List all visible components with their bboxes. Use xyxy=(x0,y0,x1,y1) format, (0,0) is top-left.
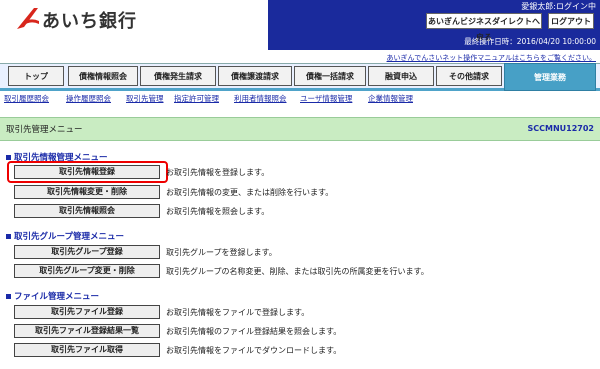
tab-bond-transfer[interactable]: 債権譲渡請求 xyxy=(218,66,292,86)
file-download-button[interactable]: 取引先ファイル取得 xyxy=(14,343,160,357)
bullet-square-icon xyxy=(6,294,11,299)
partner-inquiry-desc: お取引先情報を照会します。 xyxy=(166,207,270,216)
group-modify-button[interactable]: 取引先グループ変更・削除 xyxy=(14,264,160,278)
bullet-square-icon xyxy=(6,155,11,160)
tab-top[interactable]: トップ xyxy=(8,66,64,86)
file-result-list-desc: お取引先情報のファイル登録結果を照会します。 xyxy=(166,327,342,336)
group-modify-desc: 取引先グループの名称変更、削除、または取引先の所属変更を行います。 xyxy=(166,267,429,276)
subnav-user-management[interactable]: ユーザ情報管理 xyxy=(300,93,352,104)
tab-bond-inquiry[interactable]: 債権情報照会 xyxy=(68,66,138,86)
bullet-square-icon xyxy=(6,234,11,239)
subnav-company-management[interactable]: 企業情報管理 xyxy=(368,93,413,104)
file-register-button[interactable]: 取引先ファイル登録 xyxy=(14,305,160,319)
file-register-desc: お取引先情報をファイルで登録します。 xyxy=(166,308,310,317)
tab-bond-issue[interactable]: 債権発生請求 xyxy=(140,66,216,86)
back-to-direct-button[interactable]: あいぎんビジネスダイレクトへ戻る xyxy=(426,13,542,42)
bank-logo-icon xyxy=(17,8,39,29)
manual-link[interactable]: あいぎんでんさいネット操作マニュアルはこちらをご覧ください。 xyxy=(387,53,596,63)
group-register-desc: 取引先グループを登録します。 xyxy=(166,248,277,257)
subnav-transaction-history[interactable]: 取引履歴照会 xyxy=(4,93,49,104)
subnav-partner-management[interactable]: 取引先管理 xyxy=(126,93,164,104)
user-status: 愛銀太郎:ログイン中 xyxy=(521,2,596,11)
section-title-file-management: ファイル管理メニュー xyxy=(6,290,99,302)
group-register-button[interactable]: 取引先グループ登録 xyxy=(14,245,160,259)
page-title-bar xyxy=(0,117,600,141)
file-result-list-button[interactable]: 取引先ファイル登録結果一覧 xyxy=(14,324,160,338)
tab-management[interactable]: 管理業務 xyxy=(504,63,596,91)
subnav-permission-management[interactable]: 指定許可管理 xyxy=(174,93,219,104)
page-title: 取引先管理メニュー xyxy=(6,125,83,135)
partner-register-button[interactable]: 取引先情報登録 xyxy=(14,165,160,179)
partner-modify-desc: お取引先情報の変更、または削除を行います。 xyxy=(166,188,334,197)
tab-bulk-request[interactable]: 債権一括請求 xyxy=(294,66,366,86)
subnav-user-inquiry[interactable]: 利用者情報照会 xyxy=(234,93,287,104)
partner-register-desc: お取引先情報を登録します。 xyxy=(166,168,270,177)
section-title-partner-group: 取引先グループ管理メニュー xyxy=(6,230,124,242)
partner-inquiry-button[interactable]: 取引先情報照会 xyxy=(14,204,160,218)
tab-other-request[interactable]: その他請求 xyxy=(436,66,502,86)
bank-name: あいち銀行 xyxy=(42,11,137,32)
file-download-desc: お取引先情報をファイルでダウンロードします。 xyxy=(166,346,342,355)
subnav-operation-history[interactable]: 操作履歴照会 xyxy=(66,93,111,104)
logout-button[interactable]: ログアウト xyxy=(548,13,594,29)
tab-financing[interactable]: 融資申込 xyxy=(368,66,434,86)
partner-modify-button[interactable]: 取引先情報変更・削除 xyxy=(14,185,160,199)
last-operation-time: 最終操作日時：2016/04/20 10:00:00 xyxy=(464,37,596,46)
screen-id: SCCMNU12702 xyxy=(527,124,595,133)
